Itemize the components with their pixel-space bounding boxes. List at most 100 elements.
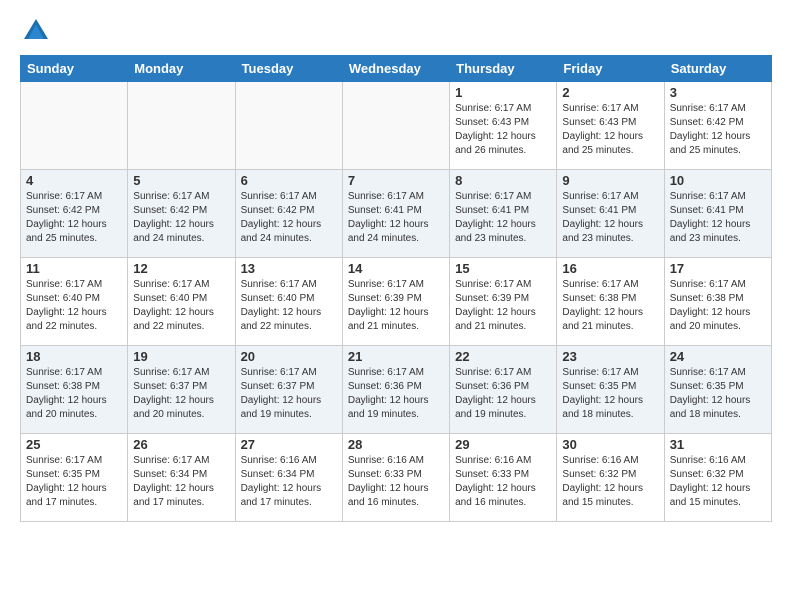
day-number: 14 xyxy=(348,261,444,276)
day-cell: 4 Sunrise: 6:17 AM Sunset: 6:42 PM Daylig… xyxy=(21,170,128,258)
day-info: Sunrise: 6:17 AM Sunset: 6:42 PM Dayligh… xyxy=(133,190,229,246)
weekday-header-thursday: Thursday xyxy=(450,56,557,82)
day-info: Sunrise: 6:16 AM Sunset: 6:32 PM Dayligh… xyxy=(562,454,658,510)
day-cell xyxy=(235,82,342,170)
day-info: Sunrise: 6:17 AM Sunset: 6:37 PM Dayligh… xyxy=(241,366,337,422)
day-cell: 7 Sunrise: 6:17 AM Sunset: 6:41 PM Daylig… xyxy=(342,170,449,258)
header xyxy=(20,15,772,47)
day-number: 30 xyxy=(562,437,658,452)
day-info: Sunrise: 6:16 AM Sunset: 6:33 PM Dayligh… xyxy=(348,454,444,510)
day-number: 16 xyxy=(562,261,658,276)
day-info: Sunrise: 6:17 AM Sunset: 6:39 PM Dayligh… xyxy=(455,278,551,334)
day-info: Sunrise: 6:17 AM Sunset: 6:42 PM Dayligh… xyxy=(26,190,122,246)
day-info: Sunrise: 6:17 AM Sunset: 6:35 PM Dayligh… xyxy=(26,454,122,510)
logo xyxy=(20,15,56,47)
weekday-header-saturday: Saturday xyxy=(664,56,771,82)
day-cell: 11Sunrise: 6:17 AM Sunset: 6:40 PM Dayli… xyxy=(21,258,128,346)
day-number: 6 xyxy=(241,173,337,188)
day-info: Sunrise: 6:17 AM Sunset: 6:41 PM Dayligh… xyxy=(455,190,551,246)
day-number: 27 xyxy=(241,437,337,452)
day-cell: 18Sunrise: 6:17 AM Sunset: 6:38 PM Dayli… xyxy=(21,346,128,434)
day-cell: 20 Sunrise: 6:17 AM Sunset: 6:37 PM Dayli… xyxy=(235,346,342,434)
day-cell: 28Sunrise: 6:16 AM Sunset: 6:33 PM Dayli… xyxy=(342,434,449,522)
day-number: 10 xyxy=(670,173,766,188)
day-number: 25 xyxy=(26,437,122,452)
day-number: 21 xyxy=(348,349,444,364)
weekday-header-wednesday: Wednesday xyxy=(342,56,449,82)
day-info: Sunrise: 6:17 AM Sunset: 6:38 PM Dayligh… xyxy=(670,278,766,334)
weekday-header-tuesday: Tuesday xyxy=(235,56,342,82)
day-cell: 5 Sunrise: 6:17 AM Sunset: 6:42 PM Daylig… xyxy=(128,170,235,258)
day-info: Sunrise: 6:17 AM Sunset: 6:35 PM Dayligh… xyxy=(670,366,766,422)
day-cell: 26 Sunrise: 6:17 AM Sunset: 6:34 PM Dayli… xyxy=(128,434,235,522)
day-info: Sunrise: 6:17 AM Sunset: 6:38 PM Dayligh… xyxy=(562,278,658,334)
week-row-2: 4 Sunrise: 6:17 AM Sunset: 6:42 PM Daylig… xyxy=(21,170,772,258)
day-cell: 24Sunrise: 6:17 AM Sunset: 6:35 PM Dayli… xyxy=(664,346,771,434)
day-info: Sunrise: 6:17 AM Sunset: 6:34 PM Dayligh… xyxy=(133,454,229,510)
day-info: Sunrise: 6:17 AM Sunset: 6:41 PM Dayligh… xyxy=(562,190,658,246)
day-info: Sunrise: 6:17 AM Sunset: 6:35 PM Dayligh… xyxy=(562,366,658,422)
page: SundayMondayTuesdayWednesdayThursdayFrid… xyxy=(0,0,792,612)
day-number: 3 xyxy=(670,85,766,100)
day-number: 13 xyxy=(241,261,337,276)
day-cell: 10 Sunrise: 6:17 AM Sunset: 6:41 PM Dayli… xyxy=(664,170,771,258)
calendar: SundayMondayTuesdayWednesdayThursdayFrid… xyxy=(20,55,772,522)
day-info: Sunrise: 6:17 AM Sunset: 6:40 PM Dayligh… xyxy=(26,278,122,334)
day-info: Sunrise: 6:17 AM Sunset: 6:37 PM Dayligh… xyxy=(133,366,229,422)
day-info: Sunrise: 6:16 AM Sunset: 6:32 PM Dayligh… xyxy=(670,454,766,510)
day-cell: 3Sunrise: 6:17 AM Sunset: 6:42 PM Daylig… xyxy=(664,82,771,170)
day-cell: 22Sunrise: 6:17 AM Sunset: 6:36 PM Dayli… xyxy=(450,346,557,434)
day-cell xyxy=(342,82,449,170)
day-info: Sunrise: 6:17 AM Sunset: 6:41 PM Dayligh… xyxy=(670,190,766,246)
day-info: Sunrise: 6:17 AM Sunset: 6:38 PM Dayligh… xyxy=(26,366,122,422)
day-number: 4 xyxy=(26,173,122,188)
day-cell: 19 Sunrise: 6:17 AM Sunset: 6:37 PM Dayli… xyxy=(128,346,235,434)
day-number: 15 xyxy=(455,261,551,276)
day-cell xyxy=(21,82,128,170)
day-number: 12 xyxy=(133,261,229,276)
day-info: Sunrise: 6:17 AM Sunset: 6:36 PM Dayligh… xyxy=(455,366,551,422)
day-number: 5 xyxy=(133,173,229,188)
day-number: 19 xyxy=(133,349,229,364)
day-number: 9 xyxy=(562,173,658,188)
day-info: Sunrise: 6:17 AM Sunset: 6:39 PM Dayligh… xyxy=(348,278,444,334)
day-cell: 13 Sunrise: 6:17 AM Sunset: 6:40 PM Dayli… xyxy=(235,258,342,346)
day-cell: 8Sunrise: 6:17 AM Sunset: 6:41 PM Daylig… xyxy=(450,170,557,258)
week-row-1: 1Sunrise: 6:17 AM Sunset: 6:43 PM Daylig… xyxy=(21,82,772,170)
logo-icon xyxy=(20,15,52,47)
weekday-header-friday: Friday xyxy=(557,56,664,82)
day-cell: 25 Sunrise: 6:17 AM Sunset: 6:35 PM Dayli… xyxy=(21,434,128,522)
day-cell: 6 Sunrise: 6:17 AM Sunset: 6:42 PM Daylig… xyxy=(235,170,342,258)
footer xyxy=(20,526,772,531)
day-number: 2 xyxy=(562,85,658,100)
day-number: 7 xyxy=(348,173,444,188)
day-info: Sunrise: 6:17 AM Sunset: 6:40 PM Dayligh… xyxy=(241,278,337,334)
day-info: Sunrise: 6:17 AM Sunset: 6:41 PM Dayligh… xyxy=(348,190,444,246)
day-cell: 14 Sunrise: 6:17 AM Sunset: 6:39 PM Dayli… xyxy=(342,258,449,346)
day-cell: 23 Sunrise: 6:17 AM Sunset: 6:35 PM Dayli… xyxy=(557,346,664,434)
day-cell xyxy=(128,82,235,170)
day-number: 26 xyxy=(133,437,229,452)
day-number: 20 xyxy=(241,349,337,364)
day-cell: 15 Sunrise: 6:17 AM Sunset: 6:39 PM Dayli… xyxy=(450,258,557,346)
day-number: 31 xyxy=(670,437,766,452)
day-cell: 2 Sunrise: 6:17 AM Sunset: 6:43 PM Daylig… xyxy=(557,82,664,170)
day-info: Sunrise: 6:16 AM Sunset: 6:34 PM Dayligh… xyxy=(241,454,337,510)
day-info: Sunrise: 6:17 AM Sunset: 6:42 PM Dayligh… xyxy=(241,190,337,246)
day-number: 23 xyxy=(562,349,658,364)
day-cell: 12 Sunrise: 6:17 AM Sunset: 6:40 PM Dayli… xyxy=(128,258,235,346)
day-cell: 29Sunrise: 6:16 AM Sunset: 6:33 PM Dayli… xyxy=(450,434,557,522)
day-cell: 17 Sunrise: 6:17 AM Sunset: 6:38 PM Dayli… xyxy=(664,258,771,346)
day-info: Sunrise: 6:17 AM Sunset: 6:40 PM Dayligh… xyxy=(133,278,229,334)
day-info: Sunrise: 6:17 AM Sunset: 6:43 PM Dayligh… xyxy=(562,102,658,158)
day-cell: 16 Sunrise: 6:17 AM Sunset: 6:38 PM Dayli… xyxy=(557,258,664,346)
week-row-4: 18Sunrise: 6:17 AM Sunset: 6:38 PM Dayli… xyxy=(21,346,772,434)
day-cell: 31 Sunrise: 6:16 AM Sunset: 6:32 PM Dayli… xyxy=(664,434,771,522)
week-row-5: 25 Sunrise: 6:17 AM Sunset: 6:35 PM Dayli… xyxy=(21,434,772,522)
day-cell: 21 Sunrise: 6:17 AM Sunset: 6:36 PM Dayli… xyxy=(342,346,449,434)
week-row-3: 11Sunrise: 6:17 AM Sunset: 6:40 PM Dayli… xyxy=(21,258,772,346)
day-number: 29 xyxy=(455,437,551,452)
day-number: 17 xyxy=(670,261,766,276)
day-info: Sunrise: 6:17 AM Sunset: 6:36 PM Dayligh… xyxy=(348,366,444,422)
day-cell: 1Sunrise: 6:17 AM Sunset: 6:43 PM Daylig… xyxy=(450,82,557,170)
